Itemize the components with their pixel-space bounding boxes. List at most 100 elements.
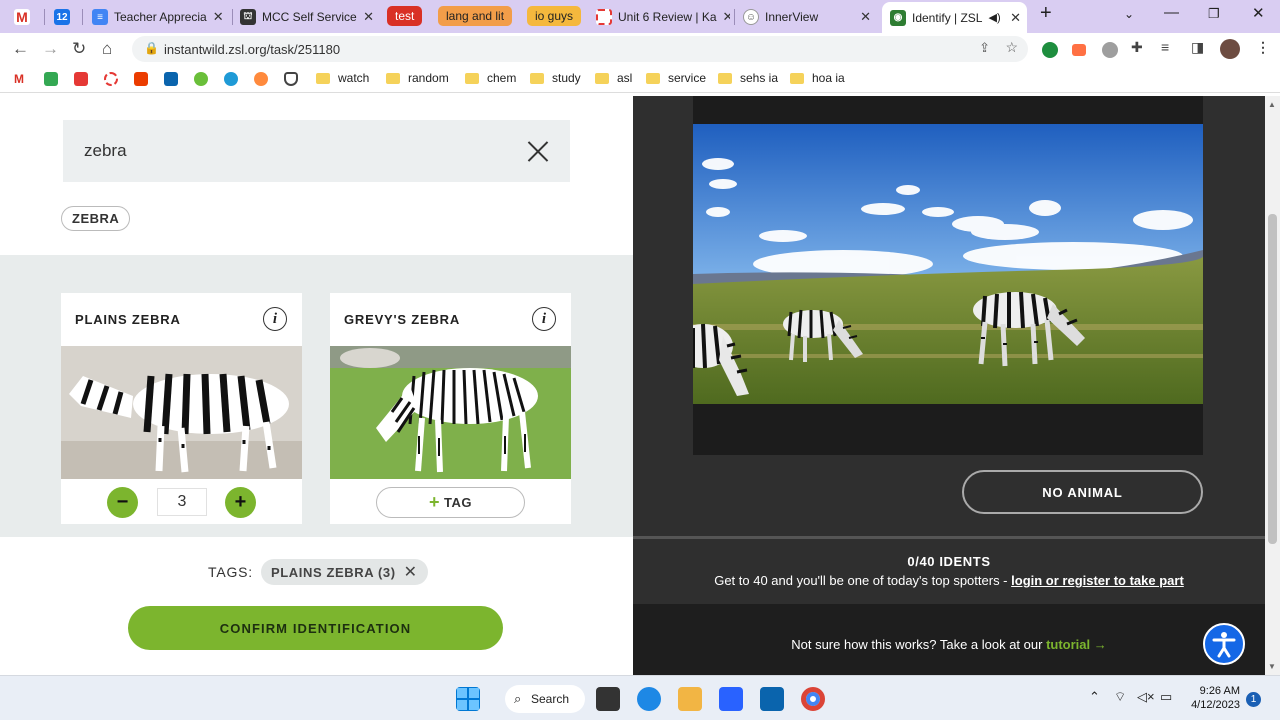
bookmark-site-icon[interactable] bbox=[254, 72, 268, 86]
new-tab-icon[interactable]: + bbox=[1040, 2, 1052, 25]
divider bbox=[633, 536, 1265, 539]
reload-icon[interactable]: ↻ bbox=[72, 39, 86, 59]
tab-group-io-guys[interactable]: io guys bbox=[527, 6, 582, 26]
notification-badge[interactable]: 1 bbox=[1246, 692, 1261, 707]
extensions-puzzle-icon[interactable]: ✚ bbox=[1131, 39, 1143, 56]
bookmark-folder-random[interactable]: random bbox=[386, 71, 449, 85]
bookmark-folder-asl[interactable]: asl bbox=[595, 71, 632, 85]
page-scrollbar[interactable]: ▲ ▼ bbox=[1265, 96, 1280, 675]
tutorial-link[interactable]: tutorial → bbox=[1046, 637, 1107, 652]
bookmark-folder-watch[interactable]: watch bbox=[316, 71, 369, 85]
increment-button[interactable]: + bbox=[225, 487, 256, 518]
office-bookmark-icon[interactable] bbox=[134, 72, 148, 86]
extension-gear-icon[interactable] bbox=[1102, 42, 1118, 58]
bookmark-star-icon[interactable]: ☆ bbox=[1005, 39, 1018, 56]
folder-icon bbox=[316, 72, 330, 84]
chrome-icon[interactable] bbox=[801, 687, 825, 711]
close-tab-icon[interactable]: ✕ bbox=[854, 9, 877, 25]
camera-trap-photo[interactable] bbox=[693, 124, 1203, 404]
tray-chevron-icon[interactable]: ⌃ bbox=[1089, 689, 1100, 705]
file-explorer-icon[interactable] bbox=[678, 687, 702, 711]
bookmark-site-icon[interactable] bbox=[194, 72, 208, 86]
zsl-icon: ◉ bbox=[890, 9, 906, 26]
scrollbar-thumb[interactable] bbox=[1268, 214, 1277, 544]
grammarly-icon[interactable] bbox=[1042, 42, 1058, 58]
info-icon[interactable]: i bbox=[263, 307, 287, 331]
gmail-bookmark-icon[interactable]: M bbox=[14, 72, 28, 86]
scroll-down-icon[interactable]: ▼ bbox=[1268, 662, 1276, 671]
close-tab-icon[interactable]: ✕ bbox=[717, 9, 731, 25]
close-tab-icon[interactable]: ✕ bbox=[207, 9, 228, 25]
spotters-message: Get to 40 and you'll be one of today's t… bbox=[633, 573, 1265, 588]
tab-mcc-self-service[interactable]: ⛫ MCC Self Service ✕ bbox=[240, 4, 380, 30]
species-title: PLAINS ZEBRA bbox=[75, 312, 181, 327]
menu-icon[interactable]: ⋮ bbox=[1256, 39, 1270, 56]
bookmark-folder-service[interactable]: service bbox=[646, 71, 706, 85]
bookmark-folder-sehs-ia[interactable]: sehs ia bbox=[718, 71, 778, 85]
windows-start-icon[interactable] bbox=[456, 687, 480, 711]
cloud-bookmark-icon[interactable] bbox=[224, 72, 238, 86]
decrement-button[interactable]: − bbox=[107, 487, 138, 518]
page: zebra ZEBRA PLAINS ZEBRA i − 3 + GREVY'S… bbox=[0, 96, 1280, 675]
species-search-input[interactable]: zebra bbox=[63, 120, 570, 182]
bookmark-folder-study[interactable]: study bbox=[530, 71, 581, 85]
side-panel-icon[interactable]: ◨ bbox=[1191, 39, 1204, 56]
tab-teacher-appreciation[interactable]: ≡ Teacher Apprecia ✕ bbox=[92, 4, 228, 30]
tab-innerview[interactable]: ☺ InnerView ✕ bbox=[743, 4, 877, 30]
clear-search-icon[interactable] bbox=[526, 139, 550, 163]
todo-icon[interactable] bbox=[719, 687, 743, 711]
extension-icon[interactable] bbox=[1072, 44, 1086, 56]
drive-bookmark-icon[interactable] bbox=[44, 72, 58, 86]
no-animal-button[interactable]: NO ANIMAL bbox=[962, 470, 1203, 514]
edge-icon[interactable] bbox=[637, 687, 661, 711]
minimize-icon[interactable]: — bbox=[1164, 4, 1179, 21]
scroll-up-icon[interactable]: ▲ bbox=[1268, 100, 1276, 109]
tab-gmail[interactable]: M bbox=[14, 4, 40, 30]
bookmark-folder-chem[interactable]: chem bbox=[465, 71, 516, 85]
outlook-icon[interactable] bbox=[760, 687, 784, 711]
count-input[interactable]: 3 bbox=[157, 488, 207, 516]
folder-icon bbox=[465, 72, 479, 84]
tag-button[interactable]: + TAG bbox=[376, 487, 525, 518]
forward-icon[interactable]: → bbox=[42, 39, 59, 59]
species-card-grevys-zebra: GREVY'S ZEBRA i + TAG bbox=[330, 293, 571, 524]
tab-search-chevron-icon[interactable]: ⌄ bbox=[1124, 7, 1134, 21]
shield-bookmark-icon[interactable] bbox=[284, 72, 298, 86]
info-icon[interactable]: i bbox=[532, 307, 556, 331]
tab-calendar[interactable]: 12 bbox=[54, 4, 78, 30]
remove-tag-icon[interactable]: ✕ bbox=[404, 562, 418, 582]
tab-group-test[interactable]: test bbox=[387, 6, 423, 26]
url-input[interactable]: 🔒 instantwild.zsl.org/task/251180 ⇪ ☆ bbox=[132, 36, 1028, 62]
tab-label: Identify | ZSL bbox=[912, 10, 983, 25]
confirm-identification-button[interactable]: CONFIRM IDENTIFICATION bbox=[128, 606, 503, 650]
bookmark-folder-hoa-ia[interactable]: hoa ia bbox=[790, 71, 845, 85]
avatar[interactable] bbox=[1220, 39, 1240, 59]
kahoot-bookmark-icon[interactable] bbox=[104, 72, 118, 86]
back-icon[interactable]: ← bbox=[12, 39, 29, 59]
taskbar: ⌕ Search ⌃ ⌔ ◁× ▭ 9:26 AM 4/12/2023 1 bbox=[0, 675, 1280, 720]
search-chip-zebra[interactable]: ZEBRA bbox=[61, 206, 131, 231]
restore-icon[interactable]: ❐ bbox=[1208, 6, 1220, 22]
folder-icon bbox=[530, 72, 544, 84]
adobe-bookmark-icon[interactable] bbox=[74, 72, 88, 86]
tab-identify-zsl[interactable]: ◉ Identify | ZSL ◀) ✕ bbox=[882, 2, 1027, 33]
accessibility-button[interactable] bbox=[1203, 623, 1245, 665]
speaker-icon[interactable]: ◀) bbox=[988, 11, 1000, 24]
battery-icon[interactable]: ▭ bbox=[1160, 689, 1172, 705]
tab-group-lang-and-lit[interactable]: lang and lit bbox=[438, 6, 513, 26]
home-icon[interactable]: ⌂ bbox=[102, 39, 112, 59]
calendar-icon: 12 bbox=[54, 9, 70, 25]
login-register-link[interactable]: login or register to take part bbox=[1011, 573, 1184, 588]
task-view-icon[interactable] bbox=[596, 687, 620, 711]
close-tab-icon[interactable]: ✕ bbox=[357, 9, 380, 25]
clock[interactable]: 9:26 AM 4/12/2023 bbox=[1186, 684, 1240, 712]
media-control-icon[interactable]: ≡ bbox=[1161, 39, 1169, 55]
close-window-icon[interactable]: ✕ bbox=[1252, 4, 1265, 22]
close-tab-icon[interactable]: ✕ bbox=[1004, 10, 1027, 26]
share-icon[interactable]: ⇪ bbox=[979, 40, 990, 56]
wifi-icon[interactable]: ⌔ bbox=[1114, 689, 1126, 705]
taskbar-search[interactable]: ⌕ Search bbox=[505, 685, 585, 713]
tab-unit6-review[interactable]: Unit 6 Review | Ka ✕ bbox=[596, 4, 730, 30]
outlook-bookmark-icon[interactable] bbox=[164, 72, 178, 86]
volume-muted-icon[interactable]: ◁× bbox=[1137, 689, 1155, 705]
